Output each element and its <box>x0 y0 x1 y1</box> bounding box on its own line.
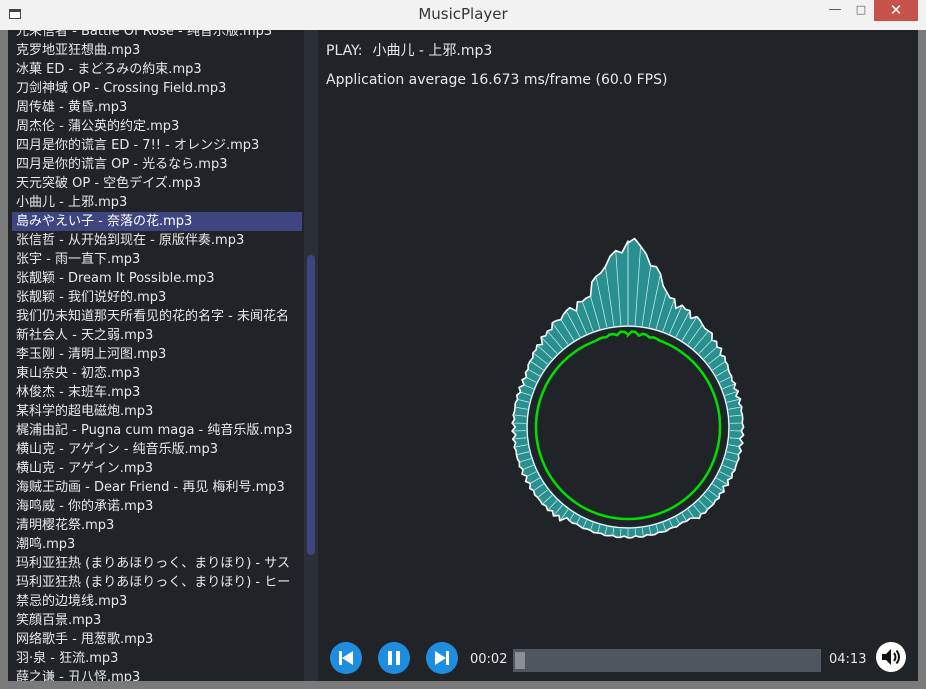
playlist-item[interactable]: 笑顔百景.mp3 <box>12 611 302 630</box>
elapsed-time: 00:02 <box>470 652 508 667</box>
spectrum-visualizer <box>511 237 745 539</box>
previous-button[interactable] <box>330 642 362 674</box>
total-time: 04:13 <box>829 652 867 667</box>
window-frame-bottom <box>0 681 926 689</box>
volume-button[interactable] <box>876 642 906 672</box>
playlist-item[interactable]: 光荣信者 - Battle Of Rose - 纯音乐版.mp3 <box>12 30 302 41</box>
playlist-item[interactable]: 张信哲 - 从开始到现在 - 原版伴奏.mp3 <box>12 231 302 250</box>
now-playing: PLAY: 小曲儿 - 上邪.mp3 <box>326 40 492 60</box>
playlist-item[interactable]: 梶浦由記 - Pugna cum maga - 纯音乐版.mp3 <box>12 421 302 440</box>
playlist-item[interactable]: 冰菓 ED - まどろみの約束.mp3 <box>12 60 302 79</box>
next-button[interactable] <box>426 642 458 674</box>
now-playing-track: 小曲儿 - 上邪.mp3 <box>372 43 493 59</box>
window-title: MusicPlayer <box>418 5 508 23</box>
fps-readout: Application average 16.673 ms/frame (60.… <box>326 72 668 88</box>
playlist-scrollbar-thumb[interactable] <box>307 255 315 555</box>
playlist-item[interactable]: 刀剑神域 OP - Crossing Field.mp3 <box>12 79 302 98</box>
playlist-item[interactable]: 海贼王动画 - Dear Friend - 再见 梅利号.mp3 <box>12 478 302 497</box>
playlist-item[interactable]: 网络歌手 - 甩葱歌.mp3 <box>12 630 302 649</box>
playlist-item[interactable]: 禁忌的边境线.mp3 <box>12 592 302 611</box>
visualizer-disc <box>528 327 728 527</box>
player-panel: PLAY: 小曲儿 - 上邪.mp3 Application average 16… <box>318 30 918 681</box>
playlist-item[interactable]: 天元突破 OP - 空色デイズ.mp3 <box>12 174 302 193</box>
spectrum-bar <box>634 528 636 536</box>
progress-bar[interactable] <box>513 649 821 672</box>
playlist-item[interactable]: 東山奈央 - 初恋.mp3 <box>12 364 302 383</box>
title-bar[interactable]: MusicPlayer — □ ✕ <box>0 0 926 31</box>
playlist-item[interactable]: 李玉刚 - 清明上河图.mp3 <box>12 345 302 364</box>
playlist-item[interactable]: 横山克 - アゲイン.mp3 <box>12 459 302 478</box>
next-icon <box>435 651 449 665</box>
playlist-item[interactable]: 横山克 - アゲイン - 纯音乐版.mp3 <box>12 440 302 459</box>
playlist-item[interactable]: 四月是你的谎言 OP - 光るなら.mp3 <box>12 155 302 174</box>
maximize-button[interactable]: □ <box>848 0 874 21</box>
playlist-item[interactable]: 島みやえい子 - 奈落の花.mp3 <box>12 212 302 231</box>
pause-icon <box>388 651 400 665</box>
window-frame-right <box>918 30 926 689</box>
playlist-item[interactable]: 海鸣威 - 你的承诺.mp3 <box>12 497 302 516</box>
playlist-item[interactable]: 玛利亚狂热 (まりあほりっく、まりほり) - ヒー <box>12 573 302 592</box>
now-playing-label: PLAY: <box>326 43 363 59</box>
playlist-item[interactable]: 四月是你的谎言 ED - 7!! - オレンジ.mp3 <box>12 136 302 155</box>
playlist-item[interactable]: 潮鸣.mp3 <box>12 535 302 554</box>
speaker-icon <box>882 649 900 665</box>
previous-icon <box>339 651 353 665</box>
playlist-item[interactable]: 新社会人 - 天之弱.mp3 <box>12 326 302 345</box>
playlist-item[interactable]: 林俊杰 - 末班车.mp3 <box>12 383 302 402</box>
playlist-item[interactable]: 张靓颖 - Dream It Possible.mp3 <box>12 269 302 288</box>
pause-button[interactable] <box>378 642 410 674</box>
playlist-item[interactable]: 我们仍未知道那天所看见的花的名字 - 未闻花名 <box>12 307 302 326</box>
playlist-item[interactable]: 张宇 - 雨一直下.mp3 <box>12 250 302 269</box>
close-button[interactable]: ✕ <box>874 0 918 21</box>
music-player-window: MusicPlayer — □ ✕ 光荣信者 - Battle Of Rose … <box>0 0 926 689</box>
playlist-item[interactable]: 张靓颖 - 我们说好的.mp3 <box>12 288 302 307</box>
minimize-button[interactable]: — <box>822 0 848 21</box>
window-frame-left <box>0 30 8 689</box>
playlist-item[interactable]: 某科学的超电磁炮.mp3 <box>12 402 302 421</box>
playlist-item[interactable]: 清明樱花祭.mp3 <box>12 516 302 535</box>
playlist-item[interactable]: 周杰伦 - 蒲公英的约定.mp3 <box>12 117 302 136</box>
playlist-item[interactable]: 玛利亚狂热 (まりあほりっく、まりほり) - サス <box>12 554 302 573</box>
playlist-item[interactable]: 周传雄 - 黄昏.mp3 <box>12 98 302 117</box>
playlist-item[interactable]: 羽·泉 - 狂流.mp3 <box>12 649 302 668</box>
playlist-item[interactable]: 小曲儿 - 上邪.mp3 <box>12 193 302 212</box>
playlist-item[interactable]: 克罗地亚狂想曲.mp3 <box>12 41 302 60</box>
playlist-item[interactable]: 薛之谦 - 丑八怪.mp3 <box>12 668 302 681</box>
progress-handle[interactable] <box>515 652 525 669</box>
playlist[interactable]: 光荣信者 - Battle Of Rose - 纯音乐版.mp3 克罗地亚狂想曲.… <box>8 30 304 681</box>
